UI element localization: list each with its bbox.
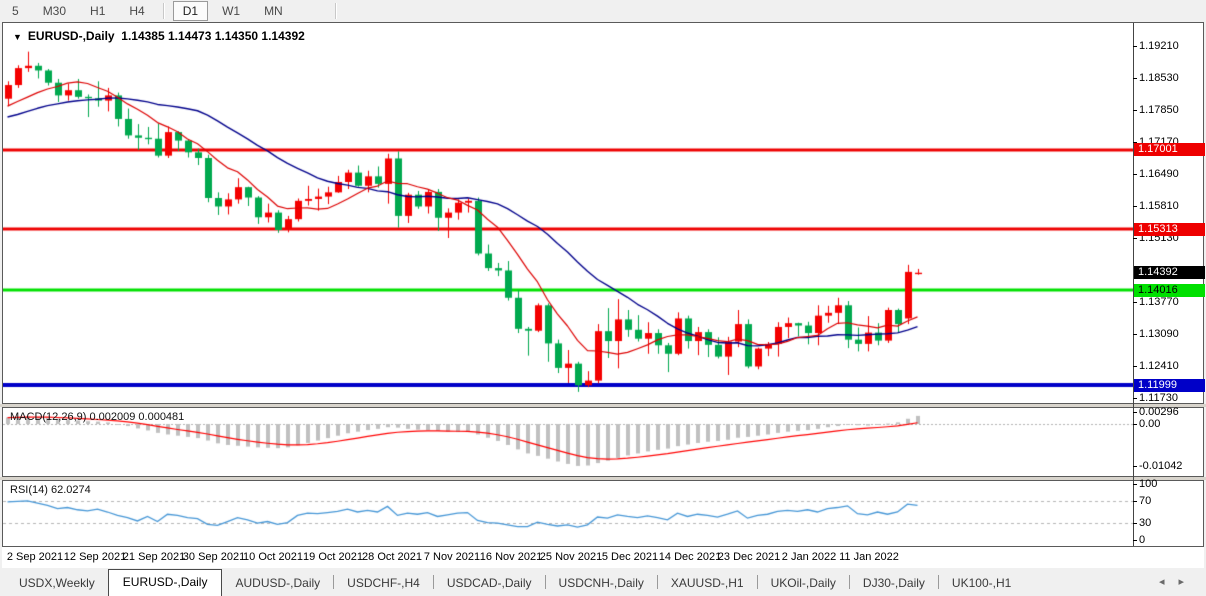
date-tick-label: 2 Sep 2021 [7, 551, 63, 563]
toolbar-separator [163, 3, 165, 19]
timeframe-button-h4[interactable]: H4 [119, 1, 154, 21]
axis-tick [1133, 523, 1137, 524]
timeframe-button-d1[interactable]: D1 [173, 1, 208, 21]
date-tick-label: 30 Sep 2021 [183, 551, 245, 563]
chart-tab-usdcad-[interactable]: USDCAD-,Daily [434, 572, 545, 596]
date-axis[interactable]: 2 Sep 202112 Sep 202121 Sep 202130 Sep 2… [2, 547, 1204, 569]
main-chart-panel: ▼ EURUSD-,Daily 1.14385 1.14473 1.14350 1… [2, 22, 1204, 404]
chart-tab-dj30-[interactable]: DJ30-,Daily [850, 572, 938, 596]
chevron-down-icon[interactable]: ▼ [13, 32, 22, 42]
timeframe-button-5[interactable]: 5 [2, 1, 29, 21]
price-tick-label: 1.18530 [1139, 72, 1205, 84]
axis-tick [1133, 46, 1137, 47]
chart-title: ▼ EURUSD-,Daily 1.14385 1.14473 1.14350 1… [13, 29, 305, 43]
price-tick-label: 1.13090 [1139, 328, 1205, 340]
rsi-axis-label: 30 [1139, 517, 1205, 529]
chart-tab-xauusd-[interactable]: XAUUSD-,H1 [658, 572, 757, 596]
axis-tick [1133, 110, 1137, 111]
date-tick-label: 7 Nov 2021 [424, 551, 480, 563]
rsi-chart-canvas[interactable] [3, 481, 1133, 546]
symbol-label: EURUSD-,Daily [28, 29, 115, 43]
date-tick-label: 19 Oct 2021 [303, 551, 363, 563]
date-tick-label: 14 Dec 2021 [659, 551, 721, 563]
level-price-marker: 1.17001 [1134, 143, 1205, 156]
level-price-marker: 1.14016 [1134, 284, 1205, 297]
price-tick-label: 1.12410 [1139, 360, 1205, 372]
macd-axis-label: 0.00296 [1139, 406, 1205, 418]
timeframe-toolbar: 5M30H1H4 D1W1MN [0, 0, 1206, 21]
date-tick-label: 10 Oct 2021 [243, 551, 303, 563]
candlestick-chart-canvas[interactable] [3, 23, 1133, 403]
axis-tick [1133, 412, 1137, 413]
macd-axis-label: -0.01042 [1139, 460, 1205, 472]
chart-tab-usdchf-[interactable]: USDCHF-,H4 [334, 572, 433, 596]
price-tick-label: 1.15810 [1139, 200, 1205, 212]
toolbar-separator [335, 3, 337, 19]
macd-label: MACD(12,26,9) 0.002009 0.000481 [10, 411, 184, 423]
date-tick-label: 25 Nov 2021 [540, 551, 602, 563]
timeframe-button-mn[interactable]: MN [254, 1, 293, 21]
scroll-left-icon: ◂ [1159, 576, 1179, 588]
current-price-marker: 1.14392 [1134, 266, 1205, 279]
axis-tick [1133, 540, 1137, 541]
price-tick-label: 1.16490 [1139, 168, 1205, 180]
axis-tick [1133, 206, 1137, 207]
axis-tick [1133, 366, 1137, 367]
chart-tab-uk100-[interactable]: UK100-,H1 [939, 572, 1024, 596]
rsi-axis-label: 0 [1139, 534, 1205, 546]
chart-tab-usdcnh-[interactable]: USDCNH-,Daily [546, 572, 657, 596]
scroll-right-icon: ▸ [1178, 576, 1198, 588]
chart-tab-ukoil-[interactable]: UKOil-,Daily [758, 572, 849, 596]
chart-tab-bar: USDX,WeeklyEURUSD-,DailyAUDUSD-,DailyUSD… [0, 568, 1206, 596]
chart-tab-usdx[interactable]: USDX,Weekly [6, 572, 108, 596]
price-tick-label: 1.19210 [1139, 40, 1205, 52]
axis-tick [1133, 334, 1137, 335]
date-tick-label: 21 Sep 2021 [123, 551, 185, 563]
rsi-panel: RSI(14) 62.0274 [2, 480, 1204, 547]
chart-tab-audusd-[interactable]: AUDUSD-,Daily [222, 572, 333, 596]
price-tick-label: 1.13770 [1139, 296, 1205, 308]
price-tick-label: 1.17850 [1139, 104, 1205, 116]
rsi-axis-label: 70 [1139, 495, 1205, 507]
macd-axis-label: 0.00 [1139, 418, 1205, 430]
ohlc-values: 1.14385 1.14473 1.14350 1.14392 [121, 29, 305, 43]
rsi-axis-label: 100 [1139, 478, 1205, 490]
level-price-marker: 1.15313 [1134, 223, 1205, 236]
date-tick-label: 28 Oct 2021 [362, 551, 422, 563]
date-tick-label: 2 Jan 2022 [782, 551, 836, 563]
axis-tick [1133, 398, 1137, 399]
timeframe-button-h1[interactable]: H1 [80, 1, 115, 21]
timeframe-button-m30[interactable]: M30 [33, 1, 76, 21]
timeframe-button-w1[interactable]: W1 [212, 1, 250, 21]
axis-tick [1133, 238, 1137, 239]
date-tick-label: 12 Sep 2021 [64, 551, 126, 563]
axis-tick [1133, 78, 1137, 79]
axis-tick [1133, 466, 1137, 467]
date-tick-label: 11 Jan 2022 [839, 551, 899, 563]
axis-tick [1133, 484, 1137, 485]
macd-panel: MACD(12,26,9) 0.002009 0.000481 [2, 407, 1204, 477]
rsi-label: RSI(14) 62.0274 [10, 484, 91, 496]
axis-tick [1133, 302, 1137, 303]
date-tick-label: 16 Nov 2021 [480, 551, 542, 563]
tab-scroll-arrows[interactable]: ◂▸ [1159, 575, 1198, 588]
price-tick-label: 1.11730 [1139, 392, 1205, 404]
chart-tab-eurusd-[interactable]: EURUSD-,Daily [108, 569, 223, 596]
level-price-marker: 1.11999 [1134, 379, 1205, 392]
date-tick-label: 23 Dec 2021 [718, 551, 780, 563]
axis-tick [1133, 501, 1137, 502]
axis-tick [1133, 174, 1137, 175]
date-tick-label: 5 Dec 2021 [602, 551, 658, 563]
axis-tick [1133, 424, 1137, 425]
mt4-window: 5M30H1H4 D1W1MN ▼ EURUSD-,Daily 1.14385 1.… [0, 0, 1206, 596]
